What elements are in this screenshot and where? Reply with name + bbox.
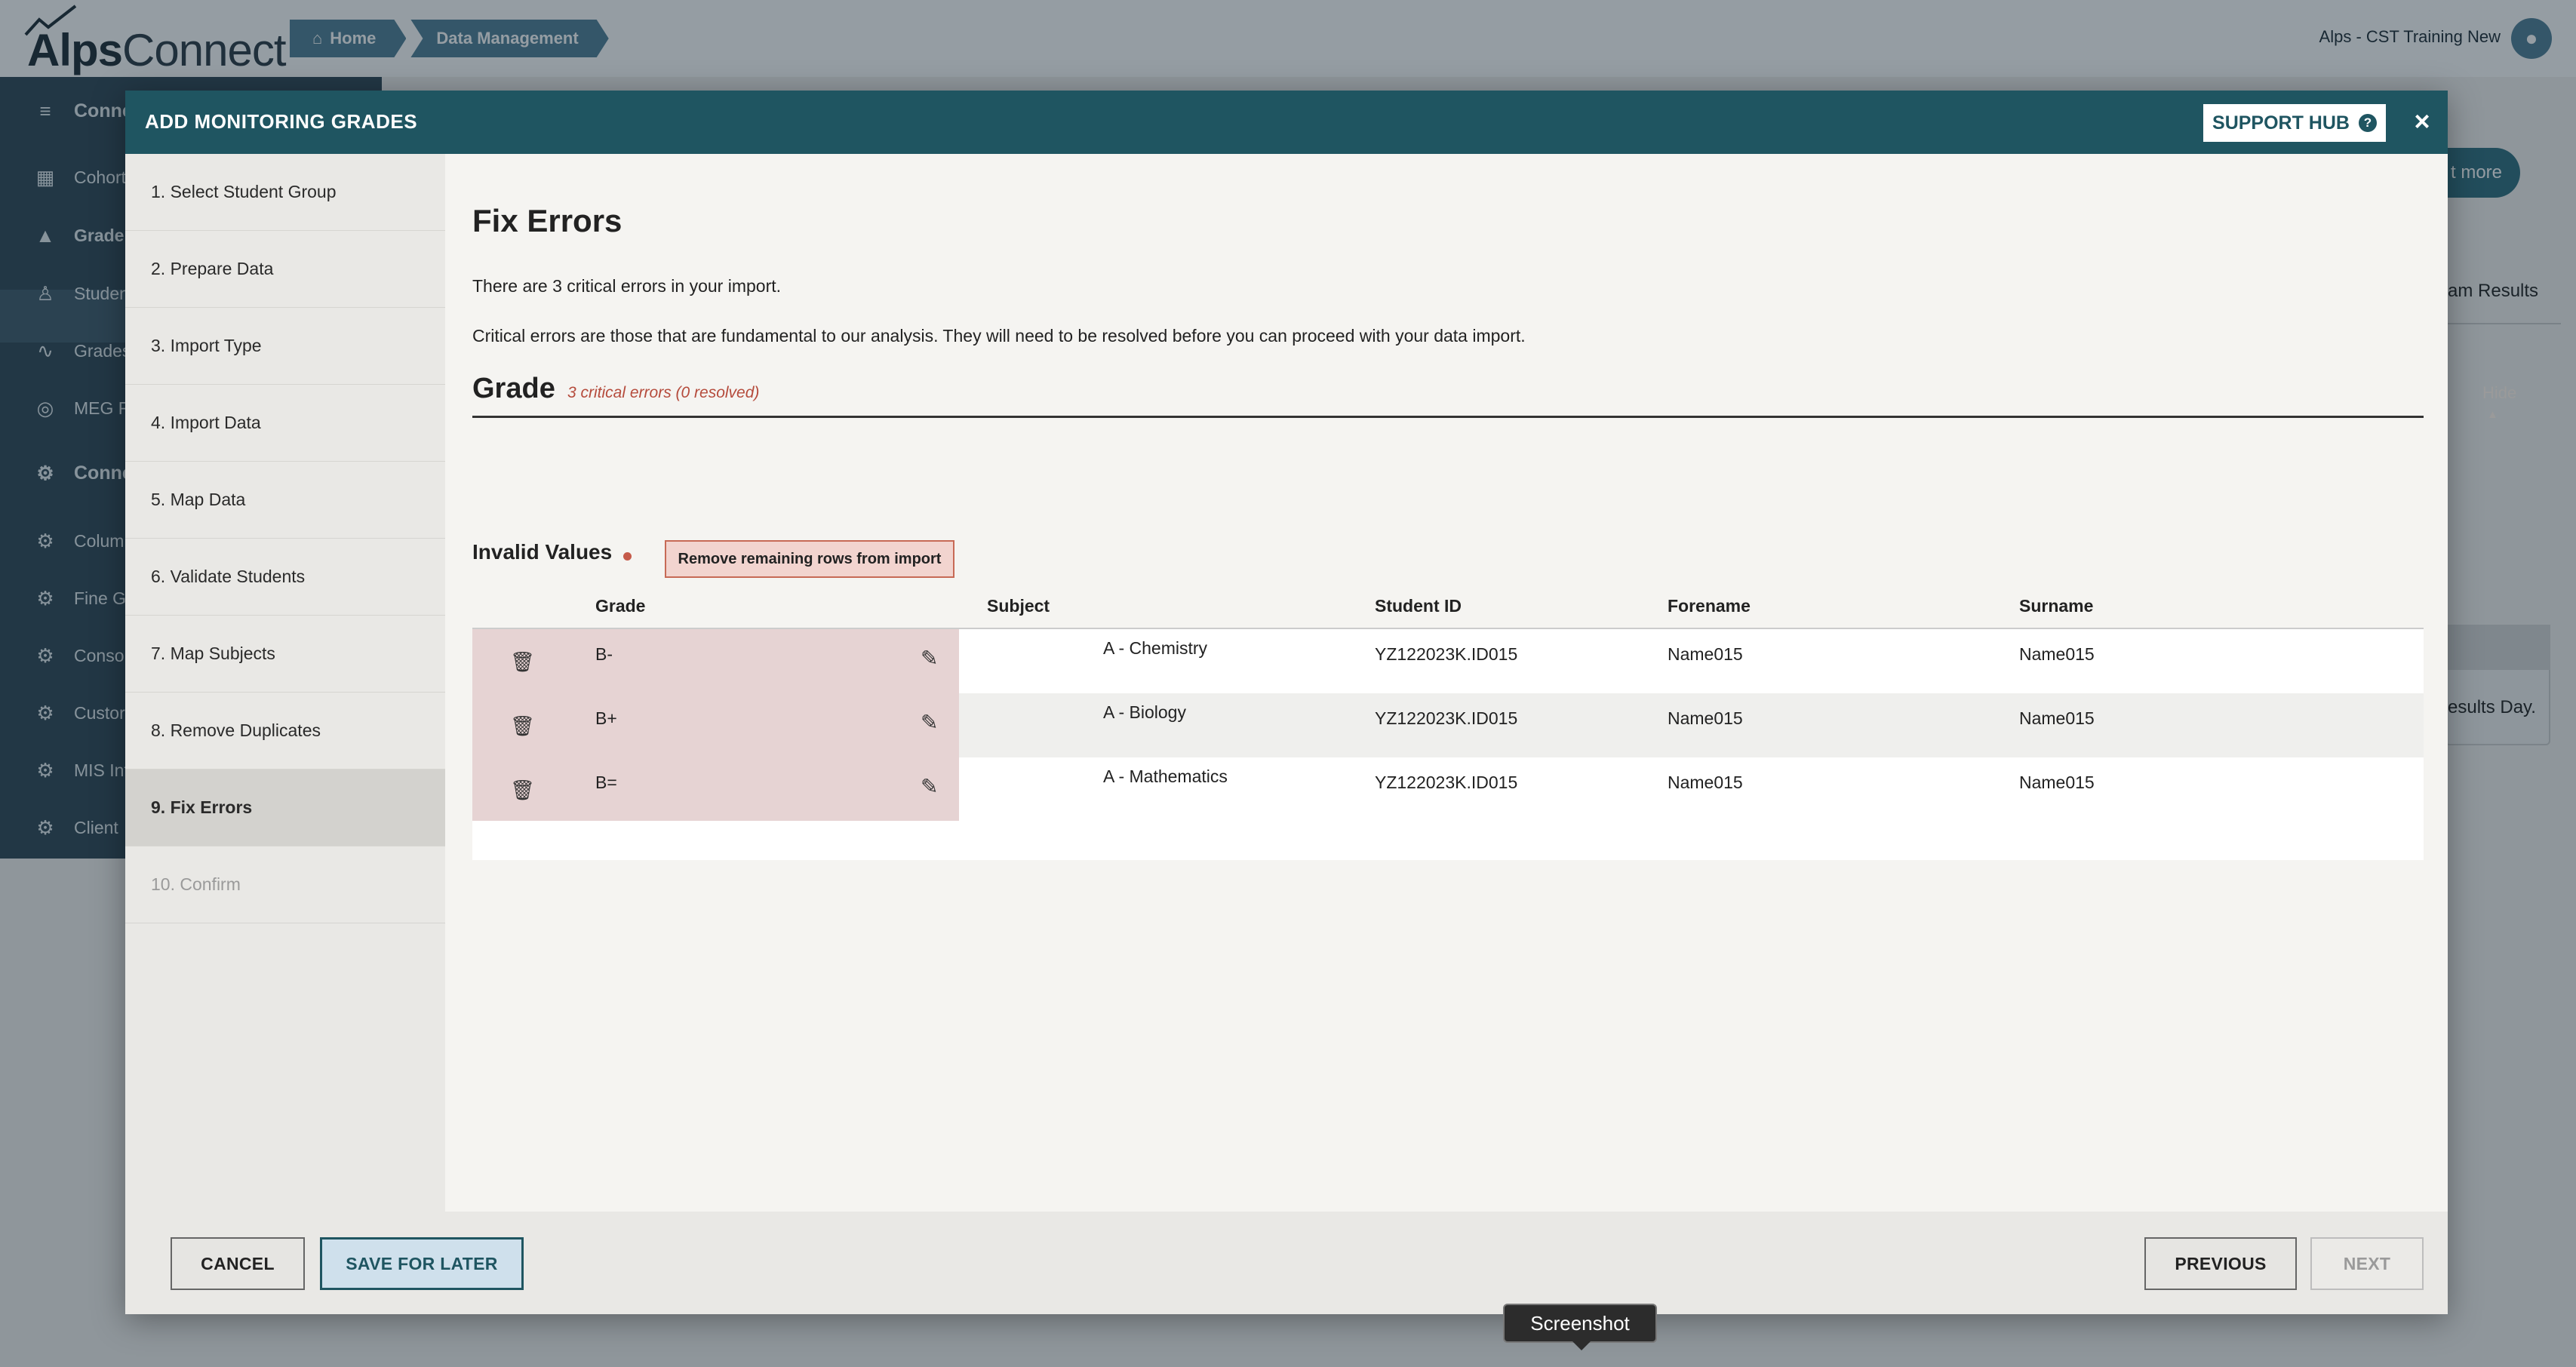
pencil-icon[interactable]: ✎ xyxy=(921,774,938,799)
modal-title: ADD MONITORING GRADES xyxy=(145,110,418,133)
surname-cell: Name015 xyxy=(2019,773,2095,792)
student-id-cell: YZ122023K.ID015 xyxy=(1375,644,1518,664)
step-prepare-data[interactable]: 2. Prepare Data xyxy=(125,231,445,308)
trash-icon[interactable]: 🗑 xyxy=(510,779,535,802)
add-monitoring-grades-modal: ADD MONITORING GRADES SUPPORT HUB ? × 1.… xyxy=(125,91,2516,1314)
wizard-steps: 1. Select Student Group 2. Prepare Data … xyxy=(125,154,445,1212)
surname-cell: Name015 xyxy=(2019,644,2095,664)
step-import-data[interactable]: 4. Import Data xyxy=(125,385,445,462)
invalid-grade-cell: 🗑 B+ ✎ xyxy=(472,693,959,757)
trash-icon[interactable]: 🗑 xyxy=(510,714,535,738)
step-validate-students[interactable]: 6. Validate Students xyxy=(125,539,445,616)
invalid-grade-cell: 🗑 B= ✎ xyxy=(472,757,959,822)
invalid-grade-cell: 🗑 B- ✎ xyxy=(472,629,959,693)
modal-footer: CANCEL SAVE FOR LATER PREVIOUS NEXT xyxy=(125,1212,2448,1314)
trash-icon[interactable]: 🗑 xyxy=(510,650,535,674)
subject-cell: A - Chemistry xyxy=(1103,638,1208,658)
section-divider xyxy=(472,416,2424,418)
step-map-data[interactable]: 5. Map Data xyxy=(125,462,445,539)
step-confirm: 10. Confirm xyxy=(125,846,445,923)
support-hub-button[interactable]: SUPPORT HUB ? xyxy=(2202,103,2387,143)
modal-header: ADD MONITORING GRADES SUPPORT HUB ? × xyxy=(125,91,2448,154)
remove-remaining-rows-button[interactable]: Remove remaining rows from import xyxy=(665,540,954,578)
hide-label: Hide xyxy=(2482,383,2517,402)
invalid-values-label: Invalid Values xyxy=(472,540,613,564)
step-fix-errors[interactable]: 9. Fix Errors xyxy=(125,770,445,846)
column-header-grade: Grade xyxy=(595,596,646,616)
caret-up-icon: ▲ xyxy=(2487,408,2498,421)
previous-button[interactable]: PREVIOUS xyxy=(2144,1237,2297,1290)
error-explanation-text: Critical errors are those that are funda… xyxy=(472,326,1526,346)
column-header-forename: Forename xyxy=(1668,596,1751,616)
section-title-grade: Grade xyxy=(472,373,555,404)
student-id-cell: YZ122023K.ID015 xyxy=(1375,708,1518,728)
question-circle-icon: ? xyxy=(2358,114,2377,132)
next-button: NEXT xyxy=(2310,1237,2424,1290)
forename-cell: Name015 xyxy=(1668,708,1743,728)
close-icon[interactable]: × xyxy=(2407,104,2437,139)
page-title: Fix Errors xyxy=(472,203,622,238)
step-import-type[interactable]: 3. Import Type xyxy=(125,308,445,385)
pencil-icon[interactable]: ✎ xyxy=(921,646,938,671)
grade-value: B- xyxy=(595,644,613,664)
section-error-status: 3 critical errors (0 resolved) xyxy=(567,384,760,401)
cancel-button[interactable]: CANCEL xyxy=(171,1237,305,1290)
forename-cell: Name015 xyxy=(1668,644,1743,664)
column-header-student-id: Student ID xyxy=(1375,596,1462,616)
pencil-icon[interactable]: ✎ xyxy=(921,710,938,735)
screenshot-tooltip: Screenshot xyxy=(1503,1304,1657,1343)
support-hub-label: SUPPORT HUB xyxy=(2212,112,2350,134)
table-row: 🗑 B+ ✎ A - Biology YZ122023K.ID015 Name0… xyxy=(472,693,2424,757)
hide-section-toggle[interactable]: Hide ▲ xyxy=(2482,383,2516,422)
table-row: 🗑 B- ✎ A - Chemistry YZ122023K.ID015 Nam… xyxy=(472,629,2424,693)
step-map-subjects[interactable]: 7. Map Subjects xyxy=(125,616,445,693)
save-for-later-button[interactable]: SAVE FOR LATER xyxy=(320,1237,524,1290)
column-header-subject: Subject xyxy=(987,596,1050,616)
subject-cell: A - Biology xyxy=(1103,702,1186,722)
surname-cell: Name015 xyxy=(2019,708,2095,728)
grade-value: B= xyxy=(595,773,617,792)
step-remove-duplicates[interactable]: 8. Remove Duplicates xyxy=(125,693,445,770)
tooltip-arrow xyxy=(1572,1341,1591,1350)
error-dot-icon xyxy=(623,552,632,561)
forename-cell: Name015 xyxy=(1668,773,1743,792)
student-id-cell: YZ122023K.ID015 xyxy=(1375,773,1518,792)
error-count-text: There are 3 critical errors in your impo… xyxy=(472,276,782,296)
table-row: 🗑 B= ✎ A - Mathematics YZ122023K.ID015 N… xyxy=(472,757,2424,822)
subject-cell: A - Mathematics xyxy=(1103,766,1228,786)
column-header-surname: Surname xyxy=(2019,596,2094,616)
grade-value: B+ xyxy=(595,708,617,728)
table-footer-space xyxy=(472,821,2424,860)
step-select-student-group[interactable]: 1. Select Student Group xyxy=(125,154,445,231)
